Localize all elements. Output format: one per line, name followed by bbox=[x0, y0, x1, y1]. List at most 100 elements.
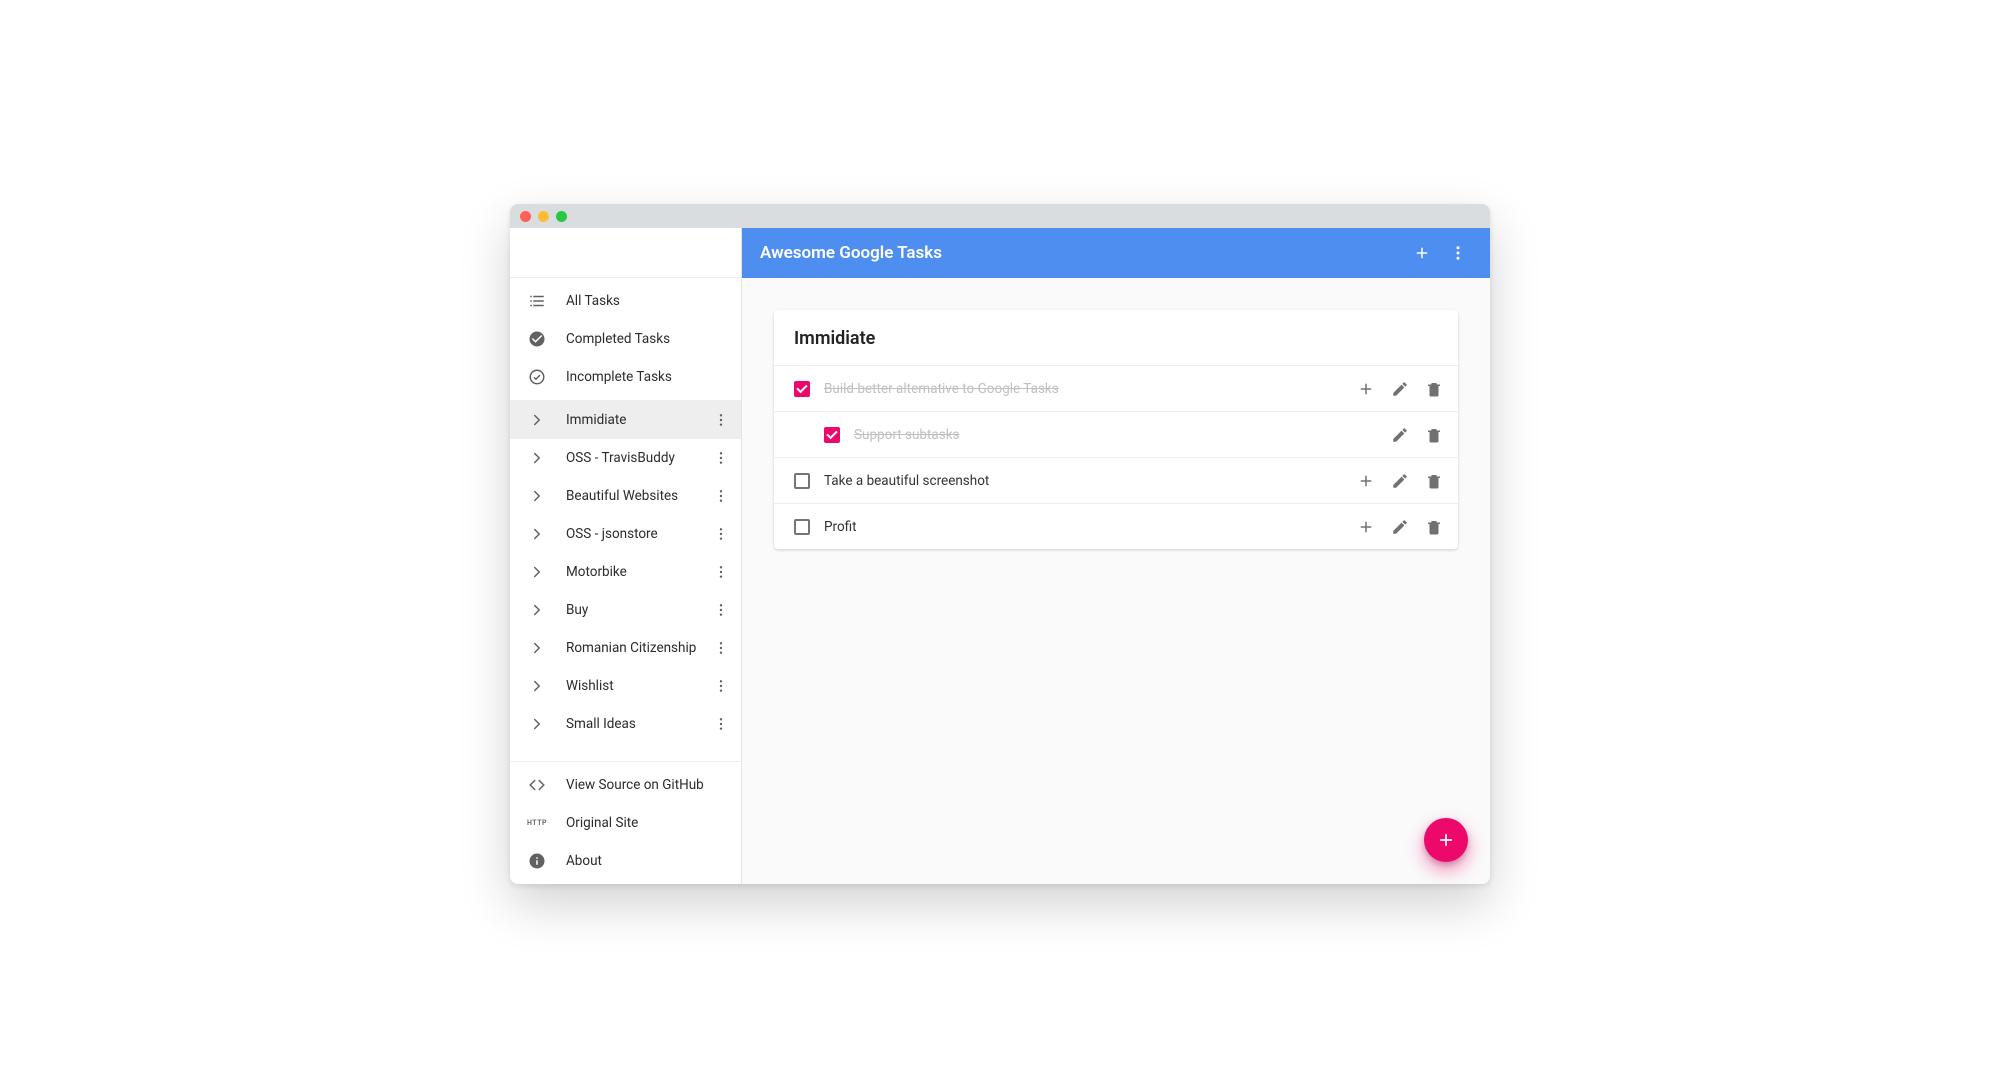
chevron-right-icon bbox=[526, 411, 548, 429]
task-list-title: Immidiate bbox=[774, 310, 1458, 365]
delete-task-button[interactable] bbox=[1424, 471, 1444, 491]
chevron-right-icon bbox=[526, 677, 548, 695]
chevron-right-icon bbox=[526, 715, 548, 733]
task-row: Build better alternative to Google Tasks bbox=[774, 365, 1458, 411]
list-more-button[interactable] bbox=[709, 408, 733, 432]
sidebar-logo-area bbox=[510, 228, 741, 278]
info-icon bbox=[526, 852, 548, 870]
sidebar-filter-label: Completed Tasks bbox=[566, 331, 733, 347]
sidebar-list-label: Immidiate bbox=[566, 412, 709, 428]
sidebar-filter-all-tasks[interactable]: All Tasks bbox=[510, 282, 741, 320]
edit-task-button[interactable] bbox=[1390, 517, 1410, 537]
task-label: Build better alternative to Google Tasks bbox=[824, 381, 1356, 397]
task-label: Take a beautiful screenshot bbox=[824, 473, 1356, 489]
task-row: Take a beautiful screenshot bbox=[774, 457, 1458, 503]
sidebar-footer-links: View Source on GitHub HTTP Original Site… bbox=[510, 762, 741, 884]
list-more-button[interactable] bbox=[709, 446, 733, 470]
sidebar-list-label: Buy bbox=[566, 602, 709, 618]
task-checkbox[interactable] bbox=[794, 473, 810, 489]
subtask-row: Support subtasks bbox=[774, 411, 1458, 457]
fab-add-task[interactable] bbox=[1424, 818, 1468, 862]
sidebar-filter-incomplete[interactable]: Incomplete Tasks bbox=[510, 358, 741, 396]
chevron-right-icon bbox=[526, 487, 548, 505]
add-subtask-button[interactable] bbox=[1356, 379, 1376, 399]
content-area: Immidiate Build better alternative to Go… bbox=[742, 278, 1490, 884]
appbar: Awesome Google Tasks bbox=[742, 228, 1490, 278]
list-more-button[interactable] bbox=[709, 522, 733, 546]
list-more-button[interactable] bbox=[709, 598, 733, 622]
chevron-right-icon bbox=[526, 525, 548, 543]
sidebar: All Tasks Completed Tasks Incomplete Tas… bbox=[510, 228, 742, 884]
sidebar-list-label: OSS - TravisBuddy bbox=[566, 450, 709, 466]
task-checkbox[interactable] bbox=[794, 519, 810, 535]
sidebar-list-item[interactable]: Beautiful Websites bbox=[510, 477, 741, 515]
sidebar-list-label: Motorbike bbox=[566, 564, 709, 580]
chevron-right-icon bbox=[526, 449, 548, 467]
delete-task-button[interactable] bbox=[1424, 379, 1444, 399]
sidebar-list-item[interactable]: OSS - TravisBuddy bbox=[510, 439, 741, 477]
sidebar-filter-label: Incomplete Tasks bbox=[566, 369, 733, 385]
list-more-button[interactable] bbox=[709, 636, 733, 660]
window-minimize-icon[interactable] bbox=[538, 211, 549, 222]
code-icon bbox=[526, 776, 548, 794]
window-close-icon[interactable] bbox=[520, 211, 531, 222]
list-more-button[interactable] bbox=[709, 484, 733, 508]
task-label: Profit bbox=[824, 519, 1356, 535]
sidebar-list-label: Beautiful Websites bbox=[566, 488, 709, 504]
task-checkbox[interactable] bbox=[824, 427, 840, 443]
list-icon bbox=[526, 292, 548, 310]
sidebar-filters: All Tasks Completed Tasks Incomplete Tas… bbox=[510, 278, 741, 401]
sidebar-footer-label: Original Site bbox=[566, 815, 733, 831]
http-icon: HTTP bbox=[526, 819, 548, 827]
delete-task-button[interactable] bbox=[1424, 517, 1444, 537]
edit-task-button[interactable] bbox=[1390, 471, 1410, 491]
task-list-card: Immidiate Build better alternative to Go… bbox=[774, 310, 1458, 549]
sidebar-list-item[interactable]: Wishlist bbox=[510, 667, 741, 705]
task-actions bbox=[1356, 517, 1444, 537]
app-window: All Tasks Completed Tasks Incomplete Tas… bbox=[510, 204, 1490, 884]
app-body: All Tasks Completed Tasks Incomplete Tas… bbox=[510, 228, 1490, 884]
main-panel: Awesome Google Tasks Immidiate Build bet… bbox=[742, 228, 1490, 884]
appbar-add-button[interactable] bbox=[1408, 239, 1436, 267]
checkbox-outline-icon bbox=[526, 368, 548, 386]
task-actions bbox=[1356, 379, 1444, 399]
sidebar-list-label: Wishlist bbox=[566, 678, 709, 694]
edit-task-button[interactable] bbox=[1390, 425, 1410, 445]
appbar-title: Awesome Google Tasks bbox=[760, 243, 1400, 263]
list-more-button[interactable] bbox=[709, 674, 733, 698]
sidebar-list-item[interactable]: OSS - jsonstore bbox=[510, 515, 741, 553]
sidebar-list-item[interactable]: Immidiate bbox=[510, 401, 741, 439]
sidebar-list-label: Small Ideas bbox=[566, 716, 709, 732]
sidebar-list-item[interactable]: Small Ideas bbox=[510, 705, 741, 743]
window-titlebar bbox=[510, 204, 1490, 228]
chevron-right-icon bbox=[526, 601, 548, 619]
task-row: Profit bbox=[774, 503, 1458, 549]
sidebar-footer-about[interactable]: About bbox=[510, 842, 741, 880]
task-actions bbox=[1356, 471, 1444, 491]
sidebar-filter-label: All Tasks bbox=[566, 293, 733, 309]
edit-task-button[interactable] bbox=[1390, 379, 1410, 399]
task-actions bbox=[1390, 425, 1444, 445]
appbar-more-button[interactable] bbox=[1444, 239, 1472, 267]
add-subtask-button[interactable] bbox=[1356, 517, 1376, 537]
checkbox-checked-icon bbox=[526, 330, 548, 348]
list-more-button[interactable] bbox=[709, 560, 733, 584]
list-more-button[interactable] bbox=[709, 712, 733, 736]
sidebar-footer-original-site[interactable]: HTTP Original Site bbox=[510, 804, 741, 842]
sidebar-footer-label: View Source on GitHub bbox=[566, 777, 733, 793]
sidebar-filter-completed[interactable]: Completed Tasks bbox=[510, 320, 741, 358]
add-subtask-button[interactable] bbox=[1356, 471, 1376, 491]
window-zoom-icon[interactable] bbox=[556, 211, 567, 222]
chevron-right-icon bbox=[526, 639, 548, 657]
chevron-right-icon bbox=[526, 563, 548, 581]
task-checkbox[interactable] bbox=[794, 381, 810, 397]
sidebar-footer-github[interactable]: View Source on GitHub bbox=[510, 766, 741, 804]
sidebar-list-item[interactable]: Buy bbox=[510, 591, 741, 629]
task-label: Support subtasks bbox=[854, 427, 1390, 443]
sidebar-list-item[interactable]: Motorbike bbox=[510, 553, 741, 591]
sidebar-list-label: OSS - jsonstore bbox=[566, 526, 709, 542]
sidebar-lists: Immidiate OSS - TravisBuddy Beautiful Webs… bbox=[510, 401, 741, 762]
sidebar-list-item[interactable]: Romanian Citizenship bbox=[510, 629, 741, 667]
sidebar-footer-label: About bbox=[566, 853, 733, 869]
delete-task-button[interactable] bbox=[1424, 425, 1444, 445]
